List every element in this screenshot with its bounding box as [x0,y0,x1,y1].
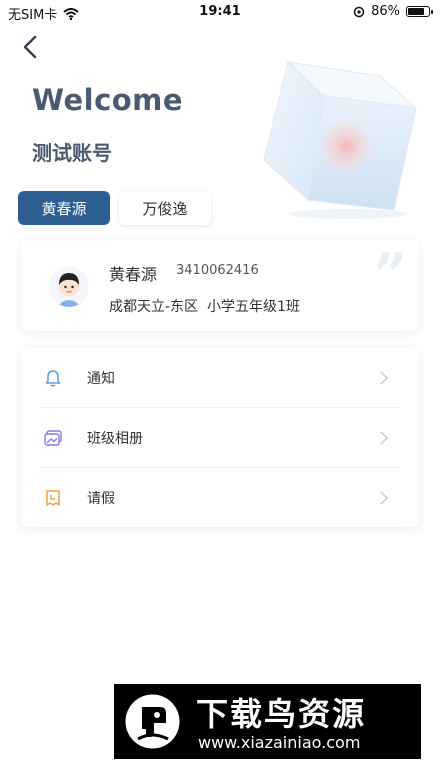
bird-logo-icon [125,694,180,749]
status-bar: 无SIM卡 19:41 86% [0,0,440,24]
quote-icon: ” [373,241,407,309]
chevron-left-icon [23,35,37,59]
menu-card: 通知 班级相册 请假 [21,348,419,527]
status-right: 86% [353,4,433,19]
battery-fill [408,8,425,15]
menu-item-album[interactable]: 班级相册 [21,408,419,467]
glass-cube-illustration [263,61,418,219]
student-id: 3410062416 [176,263,259,278]
leave-icon [46,490,60,506]
album-icon [44,430,62,446]
back-button[interactable] [16,32,46,62]
avatar [49,267,89,307]
tab-student-1[interactable]: 黄春源 [18,191,110,225]
welcome-heading: Welcome [32,83,184,117]
battery-percent: 86% [371,4,400,19]
menu-item-notice[interactable]: 通知 [21,348,419,407]
student-class: 成都天立-东区 小学五年级1班 [109,299,300,315]
battery-icon [406,6,433,17]
menu-item-leave[interactable]: 请假 [21,468,419,527]
menu-label-leave: 请假 [87,491,115,507]
tab-student-2[interactable]: 万俊逸 [119,191,211,225]
orientation-lock-icon [353,6,365,17]
student-card: ” 黄春源 3410062416 成都天立-东区 小学五年级1班 [21,240,419,331]
chevron-right-icon [380,431,389,445]
watermark-title: 下载鸟资源 [196,695,367,733]
chevron-right-icon [380,491,389,505]
student-name: 黄春源 [109,265,158,284]
menu-label-notice: 通知 [87,371,115,387]
watermark-banner: 下载鸟资源 www.xiazainiao.com [114,684,421,759]
menu-label-album: 班级相册 [87,431,143,447]
chevron-right-icon [380,371,389,385]
student-tabs: 黄春源 万俊逸 [18,191,211,225]
watermark-url: www.xiazainiao.com [198,733,361,752]
bell-icon [45,370,61,387]
account-name: 测试账号 [32,141,112,165]
child-avatar-icon [49,267,89,307]
